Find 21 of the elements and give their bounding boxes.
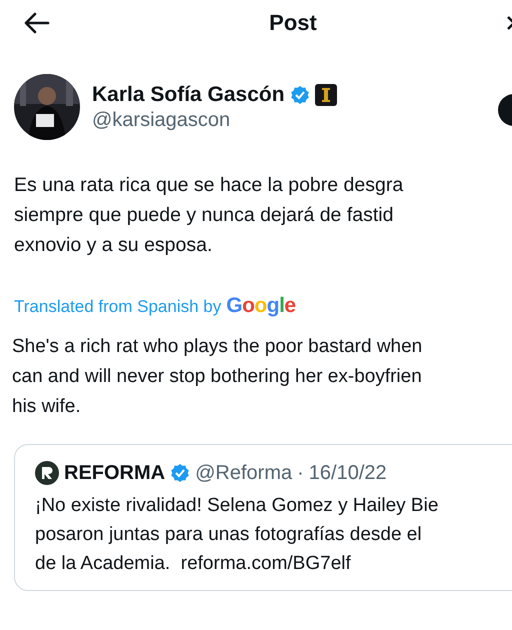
author-handle: @karsiagascon bbox=[92, 108, 232, 132]
translated-text-line: his wife. bbox=[12, 395, 82, 419]
page-title: Post bbox=[269, 10, 317, 36]
google-logo: Google bbox=[226, 294, 296, 318]
award-icon bbox=[314, 84, 337, 106]
post-text-line: exnovio y a su esposa. bbox=[14, 233, 214, 258]
separator-dot: · bbox=[297, 462, 304, 484]
quoted-text-line: posaron juntas para unas fotografías desde el bbox=[35, 523, 423, 547]
quoted-author-name: REFORMA bbox=[64, 462, 166, 484]
r-logo-icon bbox=[35, 461, 59, 485]
post-text-line: Es una rata rica que se hace la pobre desgra bbox=[14, 173, 404, 198]
quoted-post-card[interactable]: REFORMA @Reforma · 16/10/22 ¡No existe rivalidad! Selena Gomez y Hailey Bie posaron juntas para unas fotografías desde el de la Academia. reforma.com/BG7elf bbox=[14, 444, 512, 591]
translated-text-line: can and will never stop bothering her ex-boyfrien bbox=[12, 365, 423, 389]
author-name[interactable]: Karla Sofía Gascón bbox=[92, 82, 285, 106]
quoted-date: 16/10/22 bbox=[308, 462, 387, 484]
translated-text-line: She's a rich rat who plays the poor bastard when bbox=[12, 335, 424, 359]
quoted-handle: @Reforma bbox=[195, 462, 292, 484]
quoted-text-line: ¡No existe rivalidad! Selena Gomez y Hailey Bie bbox=[35, 494, 440, 518]
post-text-line: siempre que puede y nunca dejará de fastid bbox=[14, 203, 394, 228]
quoted-text-line: de la Academia. reforma.com/BG7elf bbox=[35, 552, 352, 576]
back-arrow-icon[interactable] bbox=[24, 12, 50, 34]
